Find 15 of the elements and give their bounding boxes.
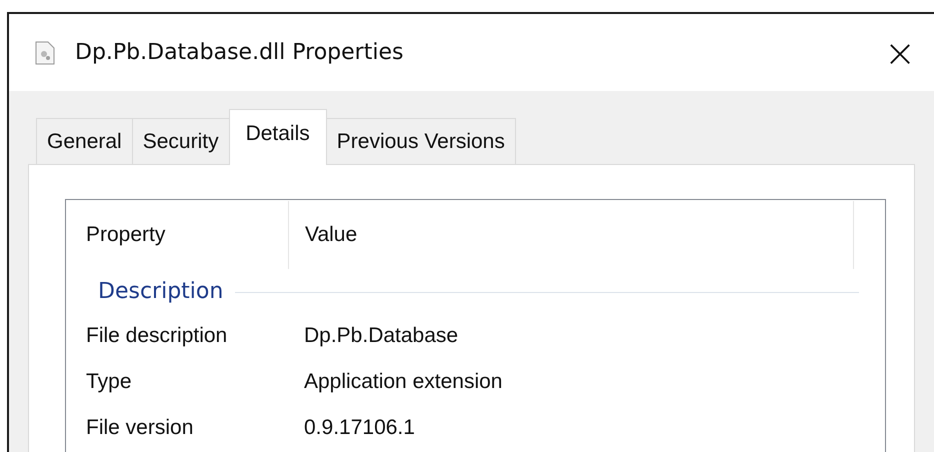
tab[interactable]: Previous Versions xyxy=(326,118,516,164)
table-cell: Application extension xyxy=(304,370,502,394)
tab[interactable]: Details xyxy=(228,109,327,165)
column-header[interactable]: Property xyxy=(86,201,289,269)
close-button[interactable]: × xyxy=(874,34,926,72)
table-cell-text: File description xyxy=(86,324,228,348)
table-cell: 0.9.17106.1 xyxy=(304,416,415,440)
table-cell: Dp.Pb.Database xyxy=(304,324,458,348)
table-cell-text: Type xyxy=(86,370,133,394)
column-header[interactable]: Value xyxy=(289,201,854,269)
table-cell-text: File version xyxy=(86,416,194,440)
group-title: Description xyxy=(98,278,224,304)
file-icon xyxy=(35,40,55,64)
tab[interactable]: General xyxy=(36,118,133,164)
window-title: Dp.Pb.Database.dll Properties xyxy=(75,40,404,65)
